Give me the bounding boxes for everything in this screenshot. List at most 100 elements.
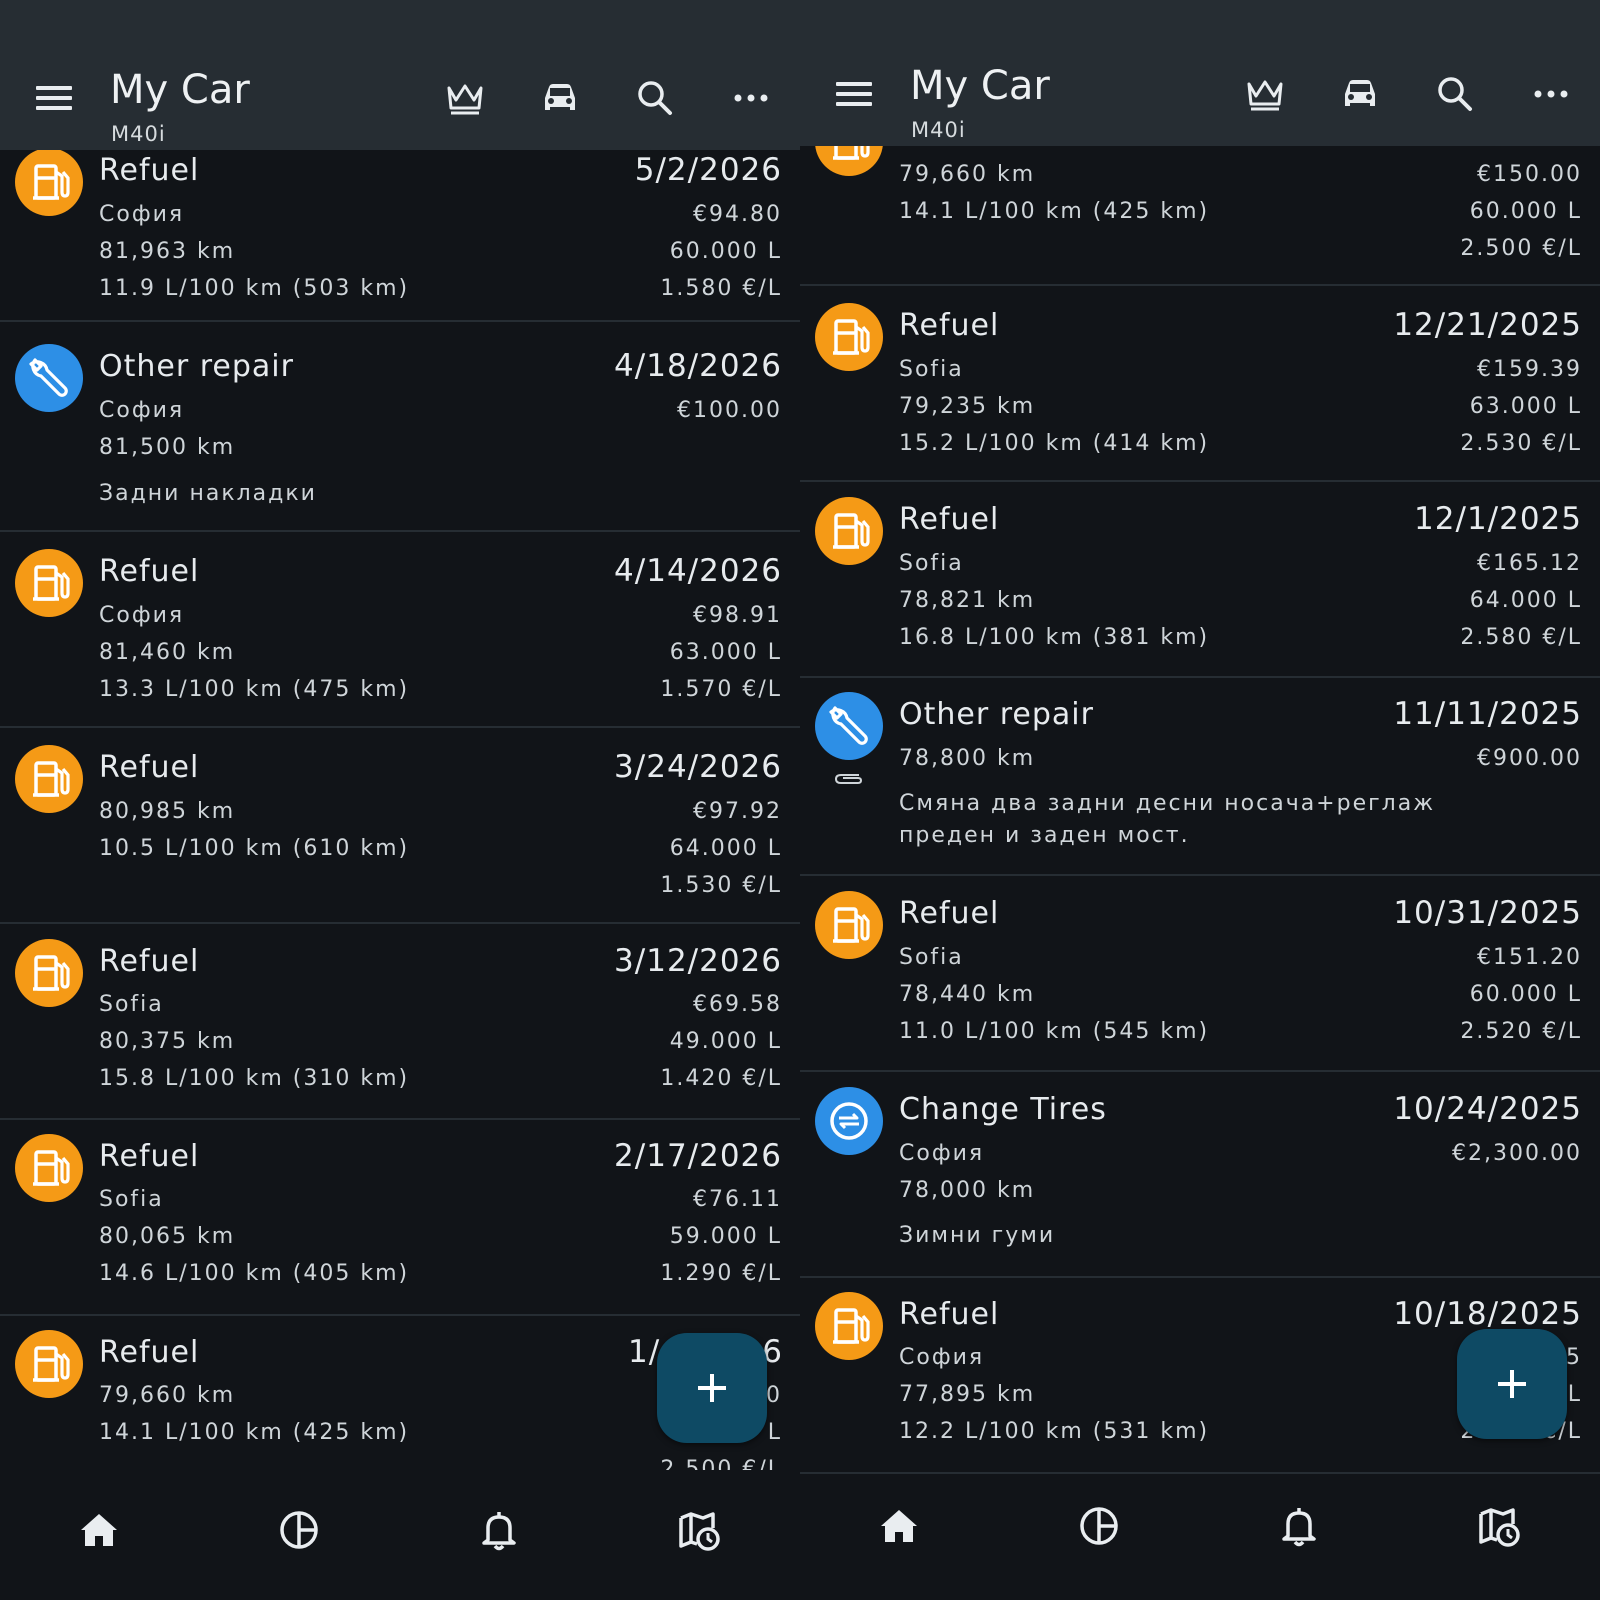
list-item[interactable]: Refuel 10/31/2025 Sofia 78,440 km 11.0 L…	[800, 876, 1600, 1072]
bottom-navigation	[0, 1470, 800, 1600]
entry-consumption: 10.5 L/100 km (610 km)	[99, 836, 410, 861]
car-icon[interactable]	[536, 74, 584, 122]
entry-volume: 59.000 L	[669, 1224, 782, 1249]
list-item[interactable]: Refuel 3/24/2026 80,985 km 10.5 L/100 km…	[0, 728, 800, 924]
menu-icon[interactable]	[30, 78, 74, 118]
fuel-pump-icon	[15, 939, 83, 1007]
entry-odometer: 78,440 km	[899, 982, 1036, 1007]
fuel-pump-icon	[15, 148, 83, 216]
entry-date: 4/18/2026	[614, 348, 782, 384]
entry-cost: €69.58	[693, 992, 782, 1017]
home-icon[interactable]	[875, 1502, 923, 1550]
entry-location: София	[899, 1345, 985, 1370]
entry-cost: €98.91	[693, 603, 782, 628]
plus-icon[interactable]	[1457, 1329, 1567, 1439]
car-icon[interactable]	[1336, 70, 1384, 118]
entry-cost: €76.11	[693, 1187, 782, 1212]
entry-location: София	[99, 603, 185, 628]
chart-icon[interactable]	[1075, 1502, 1123, 1550]
entry-note: Зимни гуми	[899, 1223, 1056, 1248]
entry-volume: 49.000 L	[669, 1029, 782, 1054]
entry-consumption: 16.8 L/100 km (381 km)	[899, 625, 1210, 650]
entry-consumption: 11.9 L/100 km (503 km)	[99, 276, 410, 301]
entry-title: Refuel	[899, 308, 1000, 343]
entry-unit-price: 1.580 €/L	[660, 276, 782, 301]
entry-odometer: 78,800 km	[899, 746, 1036, 771]
entry-title: Other repair	[899, 697, 1094, 732]
entry-location: София	[99, 202, 185, 227]
bottom-navigation	[800, 1474, 1600, 1600]
entry-unit-price: 1.290 €/L	[660, 1261, 782, 1286]
crown-icon[interactable]	[1241, 70, 1289, 118]
fuel-pump-icon	[815, 891, 883, 959]
entry-cost: €94.80	[693, 202, 782, 227]
entry-title: Refuel	[899, 896, 1000, 931]
vehicle-name: M40i	[911, 118, 966, 142]
list-item[interactable]: Refuel 4/14/2026 София 81,460 km 13.3 L/…	[0, 532, 800, 728]
entry-location: Sofia	[899, 945, 964, 970]
menu-icon[interactable]	[830, 74, 874, 114]
list-item[interactable]: Other repair 4/18/2026 София 81,500 km €…	[0, 322, 800, 532]
entry-date: 12/1/2025	[1414, 501, 1582, 537]
bell-icon[interactable]	[1275, 1502, 1323, 1550]
entry-location: Sofia	[899, 551, 964, 576]
fuel-pump-icon	[15, 549, 83, 617]
map-clock-icon[interactable]	[675, 1506, 723, 1554]
entry-odometer: 81,500 km	[99, 435, 236, 460]
entry-unit-price: 2.500 €/L	[1460, 236, 1582, 261]
entry-date: 4/14/2026	[614, 553, 782, 589]
entry-date-partial: 1/	[628, 1334, 661, 1370]
list-item[interactable]: Refuel 5/2/2026 София 81,963 km 11.9 L/1…	[0, 140, 800, 322]
list-item[interactable]: Refuel 2/17/2026 Sofia 80,065 km 14.6 L/…	[0, 1120, 800, 1316]
entry-volume: 60.000 L	[669, 239, 782, 264]
entry-date: 10/24/2025	[1393, 1091, 1582, 1127]
fuel-pump-icon	[815, 1292, 883, 1360]
entry-consumption: 14.1 L/100 km (425 km)	[899, 199, 1210, 224]
home-icon[interactable]	[75, 1506, 123, 1554]
entry-unit-price: 2.520 €/L	[1460, 1019, 1582, 1044]
list-item[interactable]: Refuel 12/21/2025 Sofia 79,235 km 15.2 L…	[800, 286, 1600, 482]
map-clock-icon[interactable]	[1475, 1502, 1523, 1550]
search-icon[interactable]	[1431, 70, 1479, 118]
entry-unit-price: 1.530 €/L	[660, 873, 782, 898]
app-title: My Car	[110, 67, 250, 113]
entry-odometer: 79,235 km	[899, 394, 1036, 419]
entry-consumption: 12.2 L/100 km (531 km)	[899, 1419, 1210, 1444]
entry-volume: 64.000 L	[669, 836, 782, 861]
entry-date: 12/21/2025	[1393, 307, 1582, 343]
list-item[interactable]: Refuel 12/1/2025 Sofia 78,821 km 16.8 L/…	[800, 482, 1600, 678]
entry-odometer: 79,660 km	[899, 162, 1036, 187]
list-item[interactable]: Other repair 11/11/2025 78,800 km €900.0…	[800, 678, 1600, 876]
entry-consumption: 14.1 L/100 km (425 km)	[99, 1420, 410, 1445]
entry-unit-price: 2.530 €/L	[1460, 431, 1582, 456]
app-title: My Car	[910, 63, 1050, 109]
entry-odometer: 81,963 km	[99, 239, 236, 264]
entry-cost: €100.00	[677, 398, 782, 423]
entry-cost-partial: 5	[1566, 1345, 1582, 1370]
chart-icon[interactable]	[275, 1506, 323, 1554]
list-item[interactable]: Refuel 3/12/2026 Sofia 80,375 km 15.8 L/…	[0, 924, 800, 1120]
plus-icon[interactable]	[657, 1333, 767, 1443]
list-item[interactable]: Change Tires 10/24/2025 София 78,000 km …	[800, 1072, 1600, 1278]
entry-location: Sofia	[99, 1187, 164, 1212]
crown-icon[interactable]	[441, 74, 489, 122]
more-icon[interactable]	[727, 74, 775, 122]
entry-odometer: 80,985 km	[99, 799, 236, 824]
entry-cost: €2,300.00	[1452, 1141, 1582, 1166]
entry-title: Refuel	[99, 1139, 200, 1174]
entry-volume: 60.000 L	[1469, 199, 1582, 224]
entry-title: Refuel	[99, 750, 200, 785]
bell-icon[interactable]	[475, 1506, 523, 1554]
entry-title: Refuel	[899, 502, 1000, 537]
entry-date: 5/2/2026	[634, 152, 782, 188]
more-icon[interactable]	[1527, 70, 1575, 118]
entry-cost: €159.39	[1477, 357, 1582, 382]
entry-odometer: 80,375 km	[99, 1029, 236, 1054]
entry-date: 2/17/2026	[614, 1138, 782, 1174]
search-icon[interactable]	[631, 74, 679, 122]
fuel-pump-icon	[15, 1330, 83, 1398]
entry-date: 3/24/2026	[614, 749, 782, 785]
entry-odometer: 77,895 km	[899, 1382, 1036, 1407]
entry-title: Change Tires	[899, 1092, 1107, 1127]
entry-cost: €150.00	[1477, 162, 1582, 187]
